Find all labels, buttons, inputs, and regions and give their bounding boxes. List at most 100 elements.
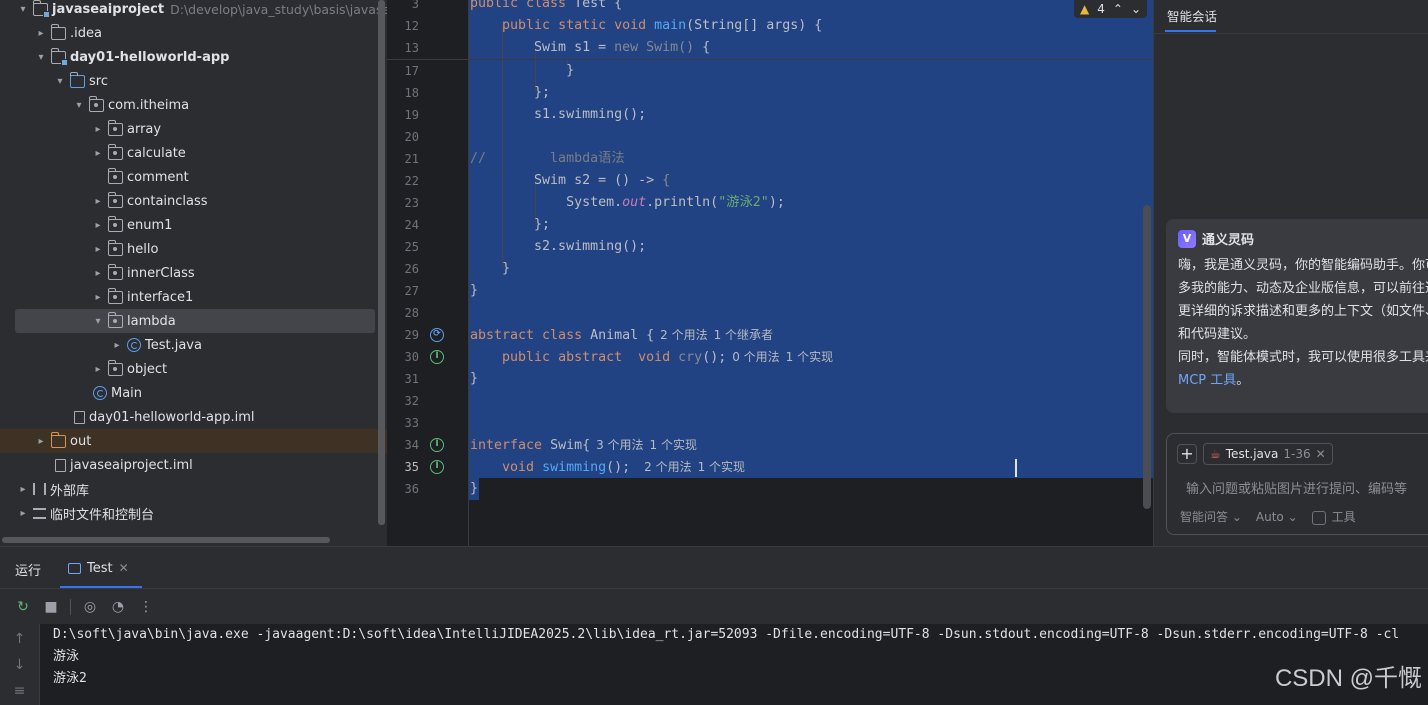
- soft-wrap-icon[interactable]: ≡: [0, 680, 39, 702]
- chevron-right-icon[interactable]: ▸: [34, 28, 48, 39]
- usages-hint[interactable]: 3 个用法: [596, 438, 643, 452]
- code-line-18: };: [470, 85, 551, 100]
- tree-item-main[interactable]: Main: [0, 381, 387, 405]
- usages-hint[interactable]: 0 个用法: [732, 350, 779, 364]
- close-icon[interactable]: ✕: [119, 561, 129, 575]
- tree-item-out[interactable]: ▸ out: [0, 429, 387, 453]
- inheritors-hint[interactable]: 1 个继承者: [714, 328, 773, 342]
- line-number: 29: [404, 328, 419, 342]
- implementations-hint[interactable]: 1 个实现: [786, 350, 833, 364]
- tree-item-calculate[interactable]: ▸ calculate: [0, 141, 387, 165]
- message-line: 更详细的诉求描述和更多的上下文（如文件、: [1178, 304, 1428, 319]
- tree-item-hello[interactable]: ▸ hello: [0, 237, 387, 261]
- chevron-right-icon[interactable]: ▸: [91, 364, 105, 375]
- mcp-tools-link[interactable]: MCP 工具: [1178, 373, 1236, 388]
- tree-item-package[interactable]: ▾ com.itheima: [0, 93, 387, 117]
- chevron-down-icon[interactable]: ▾: [16, 4, 30, 15]
- implementations-hint[interactable]: 1 个实现: [698, 460, 745, 474]
- mode-dropdown[interactable]: 智能问答 ⌄: [1180, 508, 1242, 525]
- inspection-widget[interactable]: ▲ 4 ⌃ ⌄: [1074, 0, 1147, 18]
- tab-run-test[interactable]: Test ✕: [60, 547, 142, 589]
- tree-item-label: interface1: [127, 289, 194, 305]
- add-context-button[interactable]: +: [1177, 444, 1197, 464]
- chevron-right-icon[interactable]: ▸: [34, 436, 48, 447]
- chevron-right-icon[interactable]: ▸: [91, 148, 105, 159]
- chevron-down-icon[interactable]: ⌄: [1131, 2, 1141, 16]
- tree-item-label: comment: [127, 169, 189, 185]
- chevron-down-icon[interactable]: ▾: [53, 76, 67, 87]
- tree-item-innerclass[interactable]: ▸ innerClass: [0, 261, 387, 285]
- chevron-up-icon[interactable]: ⌃: [1113, 2, 1123, 16]
- tree-item-src[interactable]: ▾ src: [0, 69, 387, 93]
- tree-item-label: lambda: [127, 313, 176, 329]
- iml-file-icon: [55, 458, 66, 472]
- chevron-down-icon[interactable]: ▾: [91, 316, 105, 327]
- tree-item-module[interactable]: ▾ day01-helloworld-app: [0, 45, 387, 69]
- chevron-right-icon[interactable]: ▸: [110, 340, 124, 351]
- chevron-down-icon[interactable]: ▾: [34, 52, 48, 63]
- java-class-icon: [127, 338, 141, 352]
- tools-checkbox[interactable]: 工具: [1311, 508, 1356, 525]
- code-line-24: };: [470, 217, 551, 232]
- implemented-override-icon[interactable]: ⟳: [430, 328, 444, 342]
- tree-item-containclass[interactable]: ▸ containclass: [0, 189, 387, 213]
- tree-item-enum1[interactable]: ▸ enum1: [0, 213, 387, 237]
- folder-icon: [50, 23, 66, 40]
- chevron-right-icon[interactable]: ▸: [16, 484, 30, 495]
- chevron-right-icon[interactable]: ▸: [91, 124, 105, 135]
- line-number: 34: [404, 438, 419, 452]
- tree-item-label: 外部库: [50, 483, 90, 499]
- implemented-icon[interactable]: I: [430, 438, 444, 452]
- chevron-down-icon[interactable]: ▾: [72, 100, 86, 111]
- tree-item-project-iml[interactable]: javaseaiproject.iml: [0, 453, 387, 477]
- package-icon: [107, 143, 123, 160]
- arrow-down-icon[interactable]: ↓: [0, 654, 39, 676]
- code-line-27: }: [470, 283, 479, 298]
- tree-item-array[interactable]: ▸ array: [0, 117, 387, 141]
- chevron-right-icon[interactable]: ▸: [91, 268, 105, 279]
- tree-horizontal-scrollbar[interactable]: [2, 537, 330, 543]
- chevron-right-icon[interactable]: ▸: [91, 196, 105, 207]
- profiler-icon[interactable]: ◔: [109, 599, 127, 615]
- context-file-chip[interactable]: ☕ Test.java 1-36 ✕: [1203, 443, 1333, 465]
- tab-smart-chat[interactable]: 智能会话: [1167, 6, 1217, 25]
- tree-item-comment[interactable]: comment: [0, 165, 387, 189]
- implemented-icon[interactable]: I: [430, 350, 444, 364]
- run-side-toolbar: ↑ ↓ ≡: [0, 624, 40, 705]
- tree-item-module-iml[interactable]: day01-helloworld-app.iml: [0, 405, 387, 429]
- chevron-right-icon[interactable]: ▸: [91, 220, 105, 231]
- chevron-right-icon[interactable]: ▸: [16, 508, 30, 519]
- warning-count: 4: [1097, 2, 1105, 16]
- editor-vertical-scrollbar[interactable]: [1143, 205, 1151, 509]
- chat-input-box[interactable]: + ☕ Test.java 1-36 ✕ 输入问题或粘贴图片进行提问、编码等 智…: [1166, 433, 1428, 535]
- java-file-icon: ☕: [1210, 447, 1221, 461]
- chevron-right-icon[interactable]: ▸: [91, 292, 105, 303]
- arrow-up-icon[interactable]: ↑: [0, 628, 39, 650]
- checkbox-icon: [1311, 510, 1326, 525]
- model-dropdown[interactable]: Auto ⌄: [1256, 510, 1298, 524]
- tree-item-lambda[interactable]: ▾ lambda: [15, 309, 375, 333]
- message-line: 同时，智能体模式时，我可以使用很多工具来: [1178, 350, 1428, 365]
- usages-hint[interactable]: 2 个用法: [644, 460, 691, 474]
- stop-icon[interactable]: ■: [42, 599, 60, 615]
- java-class-icon: [93, 386, 107, 400]
- chat-input-placeholder[interactable]: 输入问题或粘贴图片进行提问、编码等: [1186, 478, 1407, 497]
- tree-vertical-scrollbar[interactable]: [378, 0, 385, 525]
- tree-item-object[interactable]: ▸ object: [0, 357, 387, 381]
- implemented-icon[interactable]: I: [430, 460, 444, 474]
- more-options-icon[interactable]: ⋮: [137, 599, 155, 615]
- tree-item-external-libraries[interactable]: ▸ 外部库: [0, 477, 387, 501]
- code-editor[interactable]: 3 12 13 17 18 19 20 21 22 23 24 25 26 27…: [387, 0, 1153, 546]
- chevron-right-icon[interactable]: ▸: [91, 244, 105, 255]
- tree-item-root[interactable]: ▾ javaseaiproject D:\develop\java_study\…: [0, 0, 387, 21]
- rerun-icon[interactable]: ↻: [14, 599, 32, 615]
- tree-item-interface1[interactable]: ▸ interface1: [0, 285, 387, 309]
- implementations-hint[interactable]: 1 个实现: [650, 438, 697, 452]
- tree-item-idea[interactable]: ▸ .idea: [0, 21, 387, 45]
- close-icon[interactable]: ✕: [1316, 447, 1326, 461]
- usages-hint[interactable]: 2 个用法: [660, 328, 707, 342]
- camera-icon[interactable]: ◎: [81, 599, 99, 615]
- tree-item-scratches[interactable]: ▸ 临时文件和控制台: [0, 501, 387, 525]
- code-line-3: public class Test {: [470, 0, 623, 11]
- tree-item-test-java[interactable]: ▸ Test.java: [0, 333, 387, 357]
